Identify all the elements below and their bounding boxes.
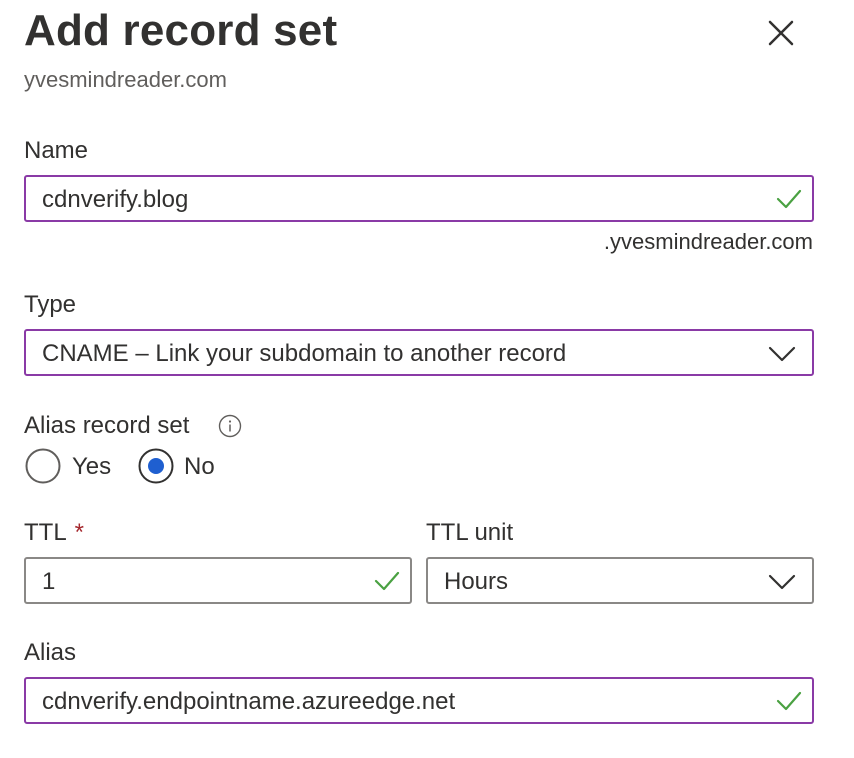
ttl-label: TTL *	[24, 519, 85, 546]
alias-record-set-label: Alias record set	[24, 412, 190, 439]
name-label: Name	[24, 137, 89, 164]
checkmark-icon	[776, 691, 802, 711]
ttl-unit-label: TTL unit	[426, 519, 514, 546]
checkmark-icon	[776, 189, 802, 209]
type-dropdown-value: CNAME – Link your subdomain to another r…	[42, 340, 567, 367]
name-input-value: cdnverify.blog	[42, 186, 189, 213]
ttl-unit-dropdown-value: Hours	[444, 568, 509, 595]
ttl-input[interactable]: 1	[24, 557, 412, 604]
alias-input[interactable]: cdnverify.endpointname.azureedge.net	[24, 677, 814, 724]
radio-no[interactable]	[138, 448, 174, 484]
close-button[interactable]	[762, 14, 800, 52]
close-icon	[768, 20, 794, 46]
info-icon[interactable]	[218, 414, 242, 438]
ttl-unit-dropdown[interactable]: Hours	[426, 557, 814, 604]
chevron-down-icon	[768, 346, 796, 362]
panel-title: Add record set	[24, 6, 338, 55]
alias-label: Alias	[24, 639, 77, 666]
chevron-down-icon	[768, 574, 796, 590]
checkmark-icon	[374, 571, 400, 591]
type-dropdown[interactable]: CNAME – Link your subdomain to another r…	[24, 329, 814, 376]
radio-yes-label: Yes	[72, 453, 112, 480]
type-label: Type	[24, 291, 77, 318]
name-input[interactable]: cdnverify.blog	[24, 175, 814, 222]
ttl-input-value: 1	[42, 568, 56, 595]
required-marker: *	[74, 519, 85, 546]
radio-no-label: No	[184, 453, 215, 480]
alias-input-value: cdnverify.endpointname.azureedge.net	[42, 688, 456, 715]
radio-yes[interactable]	[25, 448, 61, 484]
panel-subtitle: yvesmindreader.com	[24, 67, 227, 92]
domain-suffix: .yvesmindreader.com	[603, 229, 813, 254]
